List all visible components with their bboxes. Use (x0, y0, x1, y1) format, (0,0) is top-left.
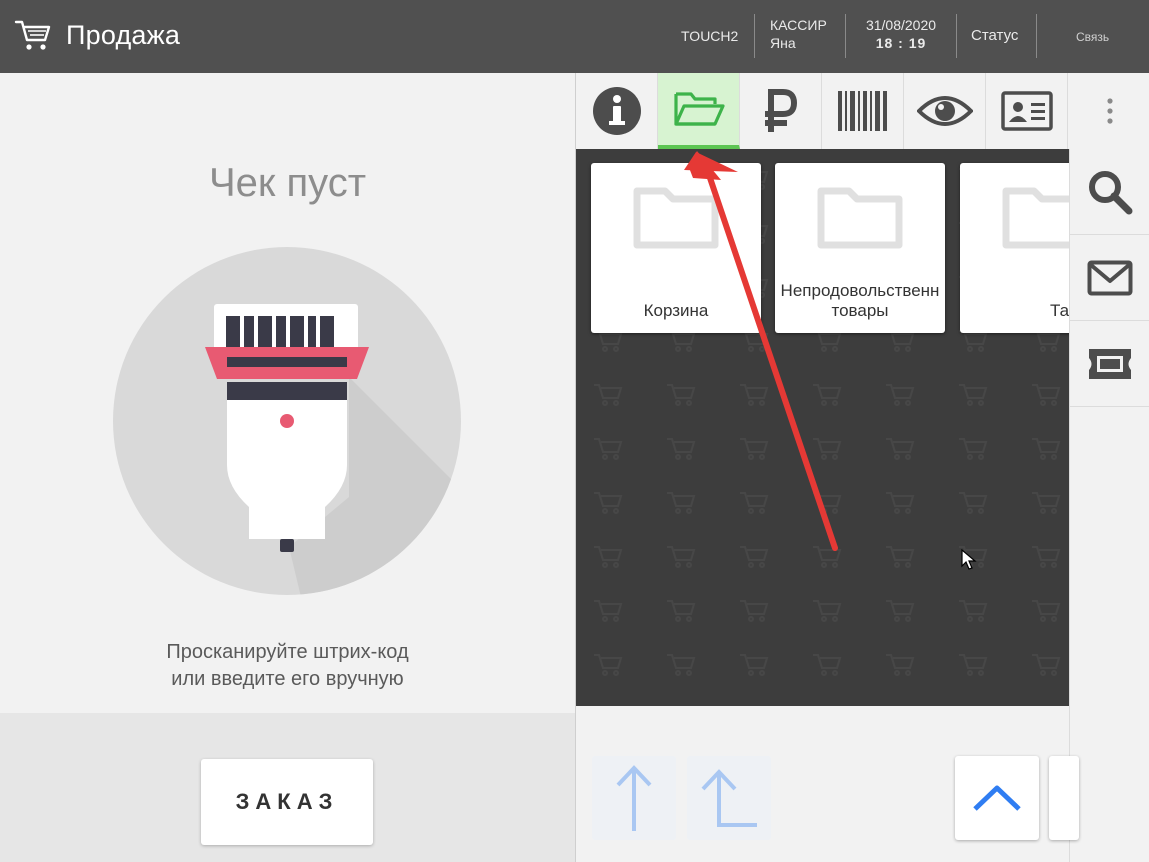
tab-payment[interactable] (740, 73, 822, 149)
time-text: 18 : 19 (875, 35, 927, 51)
cashier-info[interactable]: КАССИР Яна (770, 16, 827, 60)
message-button[interactable] (1070, 235, 1149, 321)
scan-hint-line1: Просканируйте штрих-код (166, 641, 409, 663)
tab-barcode[interactable] (822, 73, 904, 149)
catalog-folder-card[interactable]: Тара (960, 163, 1069, 333)
header-divider (1036, 14, 1037, 58)
catalog-folder-card[interactable]: Непродовольственн товары (775, 163, 945, 333)
datetime: 31/08/2020 18 : 19 (860, 16, 942, 60)
eye-icon (916, 96, 973, 126)
level-up-icon (701, 769, 757, 827)
catalog-tabbar (576, 73, 1149, 149)
page-title: Продажа (66, 20, 181, 50)
ruble-icon (764, 89, 797, 132)
chevron-up-icon (973, 785, 1021, 811)
folder-label: Непродовольственн товары (780, 281, 940, 320)
tab-info[interactable] (576, 73, 658, 149)
catalog-grid: Корзина Непродовольственн товары Тара (576, 149, 1069, 706)
receipt-footer: ЗАКАЗ (0, 713, 575, 862)
coupon-button[interactable] (1070, 321, 1149, 407)
folder-label: Корзина (643, 301, 709, 320)
parent-folder-button[interactable] (687, 756, 771, 840)
search-button[interactable] (1070, 149, 1149, 235)
scroll-top-button[interactable] (592, 756, 676, 840)
info-icon (592, 87, 641, 135)
folder-label: Тара (1050, 301, 1069, 320)
side-toolbar (1069, 149, 1149, 862)
header-divider (845, 14, 846, 58)
header-divider (956, 14, 957, 58)
page-up-button[interactable] (955, 756, 1039, 840)
date-text: 31/08/2020 (865, 17, 937, 33)
tab-customer-card[interactable] (986, 73, 1068, 149)
app-header: Продажа TOUCH2 КАССИР Яна 31/08/2020 18 … (0, 0, 1149, 73)
cashier-label: КАССИР (770, 17, 827, 33)
barcode-icon (837, 91, 887, 131)
scan-hint: Просканируйте штрих-код или введите его … (0, 639, 575, 693)
catalog-navigation (576, 706, 1079, 862)
catalog-folder-card[interactable]: Корзина (591, 163, 761, 333)
receipt-panel: Чек пуст Просканируйте штрих-код или вве… (0, 73, 575, 713)
tab-catalog[interactable] (658, 73, 740, 149)
mouse-cursor-icon (961, 549, 977, 570)
folder-icon (817, 187, 903, 249)
folder-open-icon (673, 92, 725, 126)
folder-icon (1002, 187, 1069, 249)
ticket-icon (1089, 348, 1131, 379)
cashier-name: Яна (770, 35, 796, 51)
cart-icon (14, 20, 51, 50)
status-button[interactable]: Статус (971, 27, 1018, 71)
id-card-icon (1000, 91, 1053, 131)
terminal-name: TOUCH2 (681, 28, 739, 44)
barcode-scanner-illustration (113, 247, 461, 595)
tab-view[interactable] (904, 73, 986, 149)
connection-button[interactable]: Связь (1076, 28, 1109, 72)
scan-hint-line2: или введите его вручную (171, 668, 404, 690)
folder-icon (633, 187, 719, 249)
more-menu-button[interactable] (1070, 73, 1149, 149)
order-button[interactable]: ЗАКАЗ (201, 759, 373, 845)
arrow-up-icon (616, 765, 652, 831)
more-vertical-icon (1106, 98, 1113, 124)
page-down-button[interactable] (1049, 756, 1079, 840)
empty-receipt-title: Чек пуст (208, 161, 367, 205)
header-divider (754, 14, 755, 58)
mail-icon (1087, 260, 1133, 295)
search-icon (1089, 170, 1133, 214)
